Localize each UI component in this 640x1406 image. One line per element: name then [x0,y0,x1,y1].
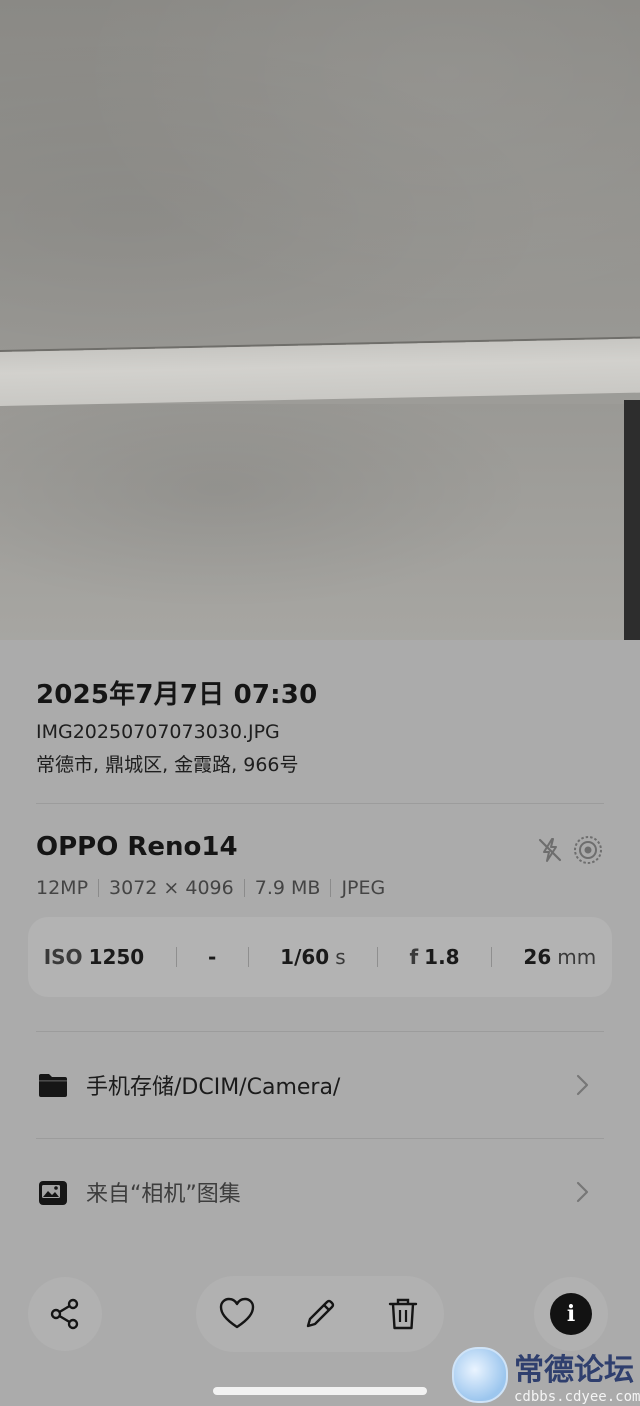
album-row[interactable]: 来自“相机”图集 [36,1162,604,1222]
album-icon [39,1181,67,1205]
chevron-right-icon [576,1181,589,1203]
focal-value: 26 [523,945,552,969]
heart-icon[interactable] [217,1294,257,1334]
watermark-title: 常德论坛 [514,1353,634,1388]
spec-separator [243,879,245,897]
divider [36,803,604,804]
exif-separator [247,947,249,967]
storage-path-row[interactable]: 手机存储/DCIM/Camera/ [36,1055,604,1115]
share-button[interactable] [28,1277,102,1351]
aperture-value: 1.8 [424,945,460,969]
flash-off-icon [538,838,562,862]
photo-datetime: 2025年7月7日 07:30 [36,680,318,710]
chevron-right-icon [576,1074,589,1096]
edit-icon[interactable] [300,1294,340,1334]
exif-ev: - [208,945,216,969]
exif-separator [491,947,493,967]
photo-wall-lower [0,404,624,640]
spec-separator [330,879,332,897]
watermark-url: cdbbs.cdyee.com [514,1389,640,1405]
home-indicator[interactable] [213,1387,427,1395]
ev-value: - [208,945,217,969]
photo-preview[interactable] [0,0,640,640]
aperture-label: f [409,945,419,969]
exif-shutter: 1/60 s [280,945,345,969]
focal-unit: mm [557,945,597,969]
album-label: 来自“相机”图集 [86,1182,241,1207]
exif-separator [377,947,379,967]
spec-filesize: 7.9 MB [254,877,321,899]
exif-panel: ISO 1250 - 1/60 s f 1.8 26 mm [28,917,612,997]
photo-specs: 12MP 3072 × 4096 7.9 MB JPEG [36,877,385,899]
divider [36,1138,604,1139]
photo-location: 常德市, 鼎城区, 金霞路, 966号 [36,754,299,776]
share-icon [50,1298,79,1330]
exif-aperture: f 1.8 [409,945,459,969]
device-model: OPPO Reno14 [36,832,238,862]
exif-iso: ISO 1250 [44,945,145,969]
watermark-logo [452,1347,508,1403]
spec-dimensions: 3072 × 4096 [109,877,234,899]
folder-icon [39,1074,67,1097]
spec-resolution-mp: 12MP [36,877,89,899]
info-button[interactable]: i [534,1277,608,1351]
photo-filename: IMG20250707073030.JPG [36,721,280,743]
action-toolbar [196,1276,444,1352]
delete-icon[interactable] [383,1294,423,1334]
spec-format: JPEG [341,877,386,899]
photo-wall-upper [0,0,640,362]
iso-value: 1250 [88,945,145,969]
info-icon: i [550,1293,592,1335]
exif-separator [175,947,177,967]
exif-focal-length: 26 mm [523,945,596,969]
storage-path-label: 手机存储/DCIM/Camera/ [86,1075,341,1100]
divider [36,1031,604,1032]
watermark: 常德论坛 cdbbs.cdyee.com [452,1345,640,1405]
shutter-unit: s [335,945,346,969]
live-photo-icon [574,836,602,864]
spec-separator [98,879,100,897]
iso-label: ISO [43,945,83,969]
photo-edge [624,400,640,640]
shutter-value: 1/60 [280,945,330,969]
